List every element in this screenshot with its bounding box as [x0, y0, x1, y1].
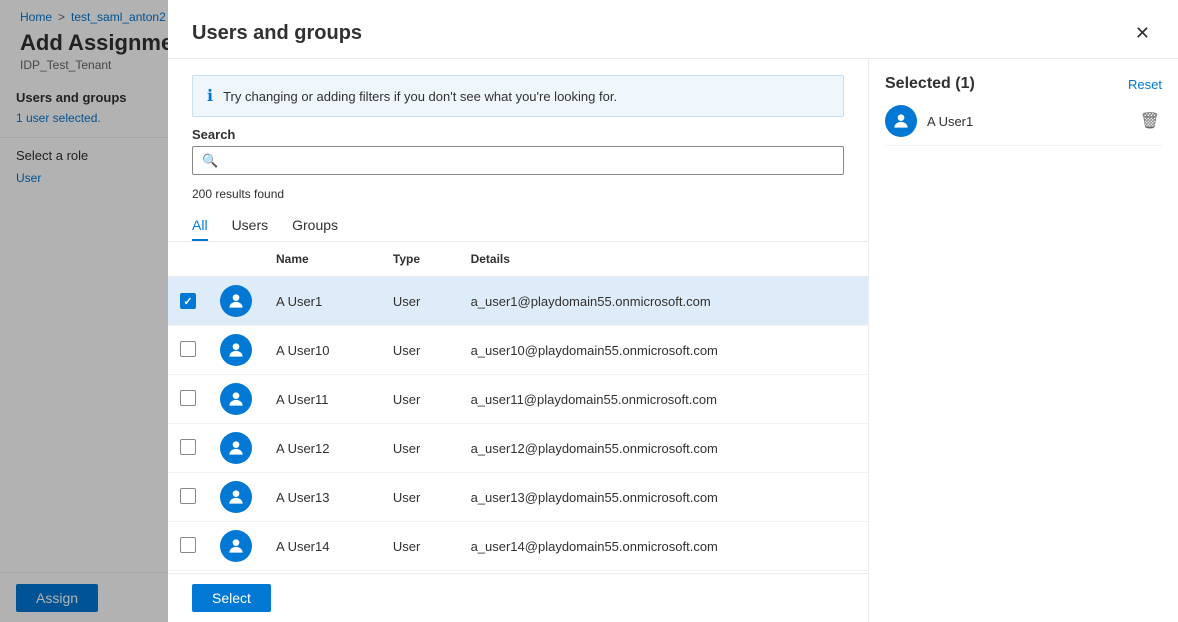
tabs: All Users Groups	[168, 209, 868, 242]
modal-header: Users and groups ✕	[168, 0, 1178, 59]
user-avatar	[220, 383, 252, 415]
user-icon	[226, 291, 246, 311]
row-avatar-cell	[208, 277, 264, 326]
user-avatar	[220, 530, 252, 562]
select-button[interactable]: Select	[192, 584, 271, 612]
tab-users[interactable]: Users	[232, 209, 269, 241]
row-checkbox-3[interactable]	[180, 439, 196, 455]
row-name: A User11	[264, 375, 381, 424]
row-details: a_user13@playdomain55.onmicrosoft.com	[459, 473, 868, 522]
row-type: User	[381, 473, 459, 522]
search-label: Search	[192, 127, 844, 142]
row-details: a_user12@playdomain55.onmicrosoft.com	[459, 424, 868, 473]
user-icon	[226, 438, 246, 458]
th-name: Name	[264, 242, 381, 277]
selected-items-list: A User1 🗑	[885, 97, 1162, 146]
search-input-wrap: 🔍	[192, 146, 844, 175]
table-row[interactable]: A User1Usera_user1@playdomain55.onmicros…	[168, 277, 868, 326]
user-icon	[226, 389, 246, 409]
row-checkbox-5[interactable]	[180, 537, 196, 553]
user-avatar	[220, 481, 252, 513]
info-banner-text: Try changing or adding filters if you do…	[223, 89, 617, 104]
table-row[interactable]: A User10Usera_user10@playdomain55.onmicr…	[168, 326, 868, 375]
selected-item-0: A User1 🗑	[885, 97, 1162, 146]
table-row[interactable]: A User11Usera_user11@playdomain55.onmicr…	[168, 375, 868, 424]
selected-header: Selected (1) Reset	[885, 75, 1162, 93]
row-type: User	[381, 424, 459, 473]
row-avatar-cell	[208, 375, 264, 424]
users-table: Name Type Details A User1Usera_user1@pla…	[168, 242, 868, 571]
delete-selected-icon[interactable]: 🗑	[1138, 109, 1162, 133]
table-row[interactable]: A User14Usera_user14@playdomain55.onmicr…	[168, 522, 868, 571]
user-icon	[226, 487, 246, 507]
modal-body: ℹ Try changing or adding filters if you …	[168, 59, 1178, 622]
row-type: User	[381, 522, 459, 571]
reset-button[interactable]: Reset	[1128, 77, 1162, 92]
row-type: User	[381, 375, 459, 424]
user-avatar	[220, 432, 252, 464]
modal-bottom-bar: Select	[168, 573, 868, 622]
row-checkbox-4[interactable]	[180, 488, 196, 504]
row-name: A User10	[264, 326, 381, 375]
row-avatar-cell	[208, 522, 264, 571]
user-icon	[226, 536, 246, 556]
search-input[interactable]	[192, 146, 844, 175]
row-avatar-cell	[208, 473, 264, 522]
row-checkbox-0[interactable]	[180, 293, 196, 309]
table-area: Name Type Details A User1Usera_user1@pla…	[168, 242, 868, 573]
th-type: Type	[381, 242, 459, 277]
row-type: User	[381, 326, 459, 375]
row-details: a_user1@playdomain55.onmicrosoft.com	[459, 277, 868, 326]
results-count: 200 results found	[168, 183, 868, 209]
table-row[interactable]: A User12Usera_user12@playdomain55.onmicr…	[168, 424, 868, 473]
row-name: A User14	[264, 522, 381, 571]
info-icon: ℹ	[207, 86, 213, 106]
modal-content: ℹ Try changing or adding filters if you …	[168, 59, 868, 622]
selected-avatar	[885, 105, 917, 137]
selected-item-name: A User1	[927, 114, 1128, 129]
table-row[interactable]: A User13Usera_user13@playdomain55.onmicr…	[168, 473, 868, 522]
row-details: a_user11@playdomain55.onmicrosoft.com	[459, 375, 868, 424]
row-avatar-cell	[208, 326, 264, 375]
row-name: A User1	[264, 277, 381, 326]
user-avatar	[220, 334, 252, 366]
row-name: A User12	[264, 424, 381, 473]
row-checkbox-1[interactable]	[180, 341, 196, 357]
modal-title: Users and groups	[192, 22, 362, 45]
row-details: a_user10@playdomain55.onmicrosoft.com	[459, 326, 868, 375]
selected-title: Selected (1)	[885, 75, 975, 93]
th-avatar	[208, 242, 264, 277]
tab-all[interactable]: All	[192, 209, 208, 241]
user-icon	[226, 340, 246, 360]
user-icon	[891, 111, 911, 131]
row-name: A User13	[264, 473, 381, 522]
row-details: a_user14@playdomain55.onmicrosoft.com	[459, 522, 868, 571]
tab-groups[interactable]: Groups	[292, 209, 338, 241]
selected-panel: Selected (1) Reset A User1 🗑	[868, 59, 1178, 622]
th-details: Details	[459, 242, 868, 277]
row-avatar-cell	[208, 424, 264, 473]
row-type: User	[381, 277, 459, 326]
user-avatar	[220, 285, 252, 317]
modal-close-button[interactable]: ✕	[1131, 20, 1154, 46]
info-banner: ℹ Try changing or adding filters if you …	[192, 75, 844, 117]
th-checkbox	[168, 242, 208, 277]
search-section: Search 🔍	[168, 127, 868, 175]
row-checkbox-2[interactable]	[180, 390, 196, 406]
modal-panel: Users and groups ✕ ℹ Try changing or add…	[168, 0, 1178, 622]
search-icon: 🔍	[202, 153, 218, 169]
